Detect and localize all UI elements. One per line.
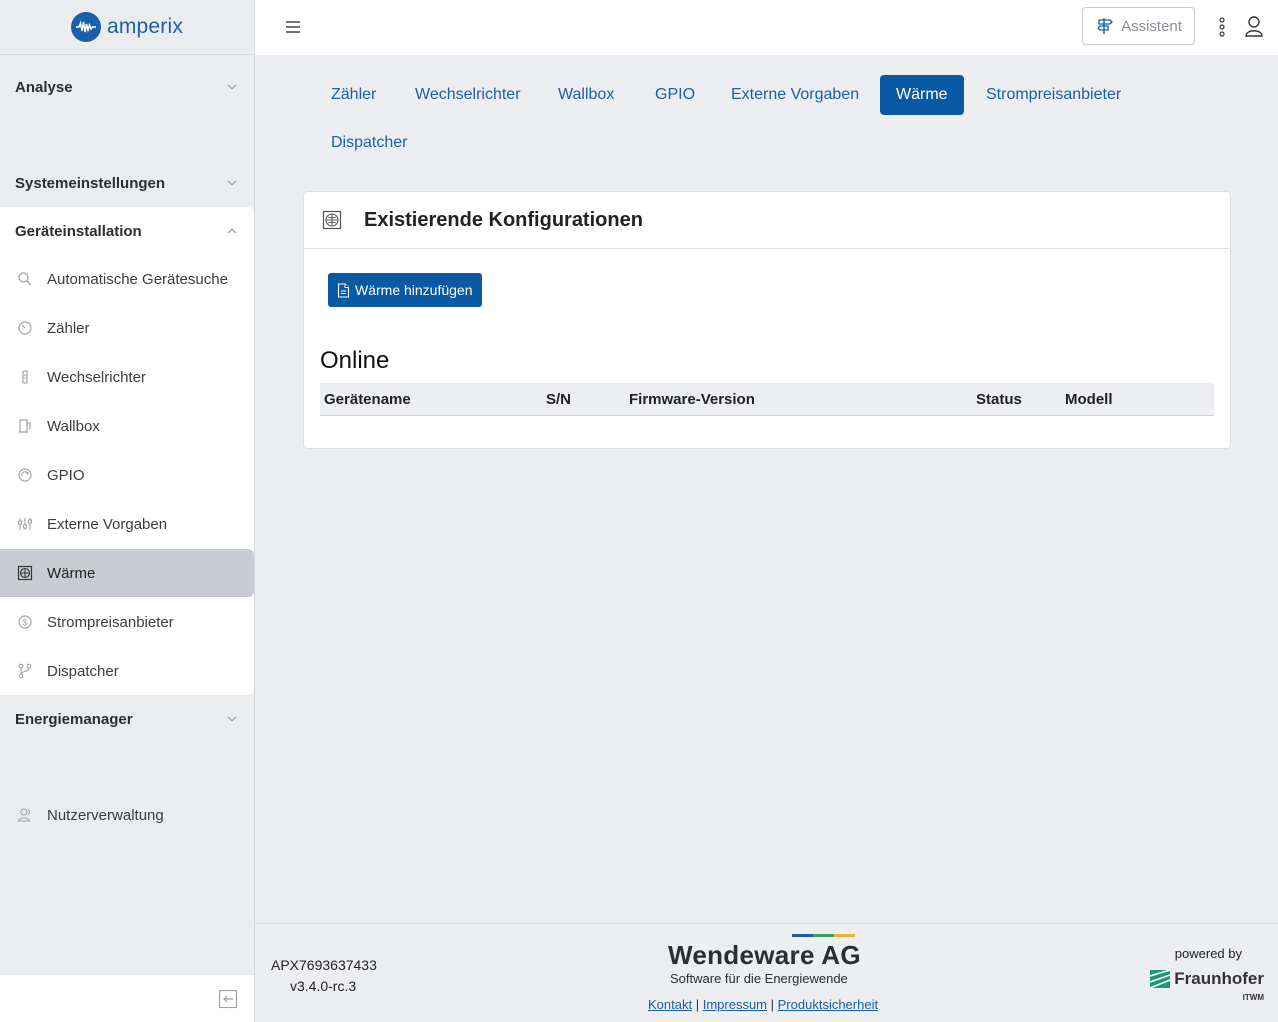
sidebar-item-wallbox[interactable]: Wallbox xyxy=(0,402,254,450)
sidebar-section-analyse[interactable]: Analyse xyxy=(0,63,254,111)
footer: APX7693637433 v3.4.0-rc.3 Wendeware AG S… xyxy=(255,923,1278,1022)
sidebar-item-nutzerverwaltung[interactable]: Nutzerverwaltung xyxy=(0,791,254,839)
more-options-icon[interactable] xyxy=(1215,16,1229,38)
sidebar-item-dispatcher[interactable]: Dispatcher xyxy=(0,647,254,695)
inverter-icon xyxy=(17,369,33,385)
chevron-down-icon xyxy=(227,716,237,722)
sidebar-item-automatische-geraetesuche[interactable]: Automatische Gerätesuche xyxy=(0,255,254,303)
sidebar-section-energiemanager[interactable]: Energiemanager xyxy=(0,695,254,743)
topbar: Assistent xyxy=(255,0,1278,55)
sidebar-item-label: Strompreisanbieter xyxy=(47,613,174,631)
fraunhofer-mark-icon xyxy=(1150,970,1171,988)
sidebar-submenu-geraeteinstallation: Geräteinstallation Automatische Gerätesu… xyxy=(0,207,254,695)
sidebar-item-label: Zähler xyxy=(47,319,90,337)
branch-icon xyxy=(17,663,33,679)
sidebar-section-label: Energiemanager xyxy=(15,710,133,728)
heat-icon xyxy=(17,565,33,581)
sidebar-item-label: Wechselrichter xyxy=(47,368,146,386)
svg-text:$: $ xyxy=(22,618,27,628)
user-account-icon[interactable] xyxy=(1244,15,1264,37)
online-section-title: Online xyxy=(320,347,390,374)
tab-wallbox[interactable]: Wallbox xyxy=(542,75,630,115)
devices-table-header: Gerätename S/N Firmware-Version Status M… xyxy=(320,383,1214,416)
chevron-down-icon xyxy=(227,180,237,186)
sidebar-item-label: Wallbox xyxy=(47,417,100,435)
sidebar-item-label: Nutzerverwaltung xyxy=(47,806,164,824)
sidebar-item-waerme[interactable]: Wärme xyxy=(0,549,254,597)
tab-gpio[interactable]: GPIO xyxy=(639,75,711,115)
assistant-button[interactable]: Assistent xyxy=(1082,7,1195,45)
powered-by-label: powered by xyxy=(1174,946,1242,961)
logo[interactable]: amperix xyxy=(0,0,254,55)
sidebar-item-strompreisanbieter[interactable]: $ Strompreisanbieter xyxy=(0,598,254,646)
sidebar-item-label: Wärme xyxy=(47,564,96,582)
sidebar-item-gpio[interactable]: GPIO xyxy=(0,451,254,499)
company-tagline: Software für die Energiewende xyxy=(670,971,848,986)
heat-icon xyxy=(322,210,342,230)
sidebar-item-label: Automatische Gerätesuche xyxy=(47,270,228,288)
hamburger-menu-icon[interactable] xyxy=(283,17,303,37)
add-waerme-button-label: Wärme hinzufügen xyxy=(355,282,473,298)
sidebar-item-label: Dispatcher xyxy=(47,662,119,680)
card-title: Existierende Konfigurationen xyxy=(364,208,643,231)
charging-station-icon xyxy=(17,418,33,434)
gpio-icon xyxy=(17,467,33,483)
chevron-down-icon xyxy=(227,84,237,90)
partner-subtitle: ITWM xyxy=(1242,993,1264,1002)
add-waerme-button[interactable]: Wärme hinzufügen xyxy=(328,273,482,307)
sidebar-section-label: Analyse xyxy=(15,78,73,96)
tab-zaehler[interactable]: Zähler xyxy=(315,75,392,115)
sidebar-item-label: GPIO xyxy=(47,466,85,484)
sidebar-section-systemeinstellungen[interactable]: Systemeinstellungen xyxy=(0,159,254,207)
gauge-icon xyxy=(17,320,33,336)
device-serial: APX7693637433 xyxy=(271,957,377,973)
produktsicherheit-link[interactable]: Produktsicherheit xyxy=(778,997,878,1012)
sidebar-section-label: Geräteinstallation xyxy=(15,222,142,240)
logo-text: amperix xyxy=(106,15,184,38)
fraunhofer-logo: Fraunhofer xyxy=(1150,969,1264,989)
sliders-icon xyxy=(17,516,33,532)
column-header-status[interactable]: Status xyxy=(976,391,1022,408)
sidebar-section-label: Systemeinstellungen xyxy=(15,174,166,192)
company-name: Wendeware AG xyxy=(668,940,861,970)
column-header-firmware-version[interactable]: Firmware-Version xyxy=(629,391,755,408)
collapse-sidebar-icon[interactable] xyxy=(218,989,238,1009)
column-header-modell[interactable]: Modell xyxy=(1065,391,1113,408)
column-header-sn[interactable]: S/N xyxy=(546,391,571,408)
tab-waerme[interactable]: Wärme xyxy=(880,75,964,115)
dollar-icon: $ xyxy=(17,614,33,630)
column-header-geraetename[interactable]: Gerätename xyxy=(324,391,411,408)
sidebar-item-wechselrichter[interactable]: Wechselrichter xyxy=(0,353,254,401)
search-icon xyxy=(17,271,33,287)
wendeware-color-bar xyxy=(792,934,855,937)
signpost-icon xyxy=(1097,18,1113,34)
kontakt-link[interactable]: Kontakt xyxy=(648,997,692,1012)
sidebar-item-externe-vorgaben[interactable]: Externe Vorgaben xyxy=(0,500,254,548)
tab-externe-vorgaben[interactable]: Externe Vorgaben xyxy=(715,75,875,115)
sidebar-item-zaehler[interactable]: Zähler xyxy=(0,304,254,352)
sidebar-footer xyxy=(0,975,254,1022)
sidebar-item-label: Externe Vorgaben xyxy=(47,515,168,533)
footer-links: Kontakt | Impressum | Produktsicherheit xyxy=(648,997,879,1012)
tab-strompreisanbieter[interactable]: Strompreisanbieter xyxy=(970,75,1137,115)
card-header: Existierende Konfigurationen xyxy=(304,192,1230,249)
chevron-up-icon xyxy=(227,228,237,234)
tab-dispatcher[interactable]: Dispatcher xyxy=(315,123,423,163)
software-version: v3.4.0-rc.3 xyxy=(290,978,357,994)
sidebar: amperix Analyse Systemeinstellungen Gerä… xyxy=(0,0,255,1022)
file-add-icon xyxy=(337,282,350,298)
impressum-link[interactable]: Impressum xyxy=(703,997,767,1012)
users-icon xyxy=(17,807,33,823)
tab-wechselrichter[interactable]: Wechselrichter xyxy=(399,75,537,115)
existing-configurations-card: Existierende Konfigurationen Wärme hinzu… xyxy=(303,191,1231,449)
sidebar-section-geraeteinstallation[interactable]: Geräteinstallation xyxy=(0,207,254,255)
amperix-logo-icon xyxy=(70,12,101,42)
partner-name: Fraunhofer xyxy=(1174,969,1264,988)
assistant-button-label: Assistent xyxy=(1121,17,1182,35)
